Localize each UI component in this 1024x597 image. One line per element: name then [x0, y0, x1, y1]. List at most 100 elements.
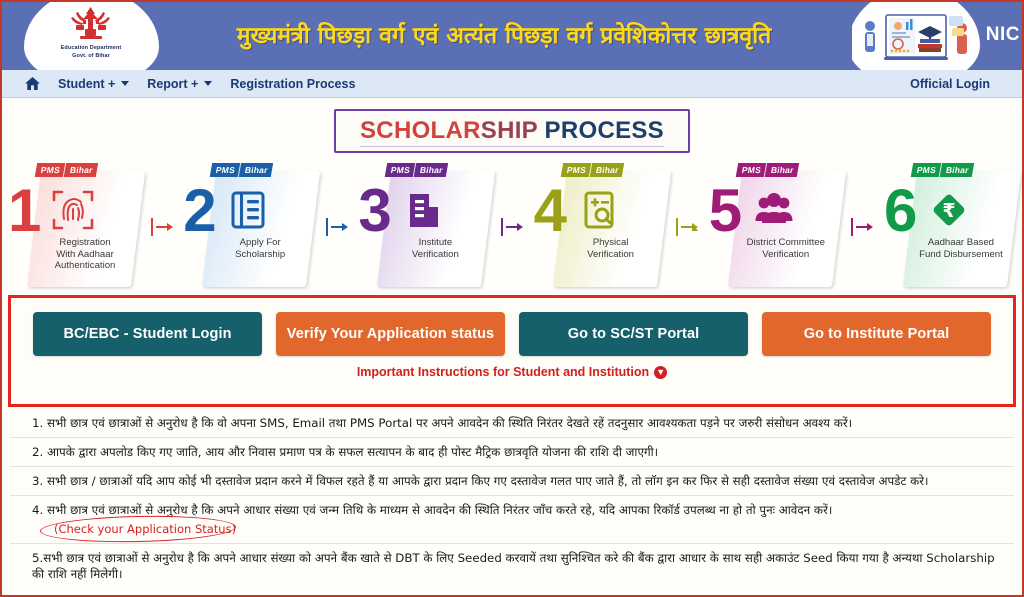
step-badge-6: PMS Bihar [910, 163, 974, 177]
arrow-step-icon [500, 218, 523, 236]
step-number-2: 2 [183, 177, 217, 244]
nav-items-group: Student + Report + Registration Process [16, 71, 364, 97]
step-separator-3 [497, 163, 527, 291]
site-header: Education Department Govt. of Bihar मुख्… [2, 2, 1022, 70]
process-step-6: PMS Bihar 6 ₹ Aadhaar Based Fund Disburs… [882, 163, 1022, 291]
badge-pms-label: PMS [34, 163, 67, 177]
badge-pms-label: PMS [560, 163, 592, 177]
step-number-5: 5 [708, 177, 743, 244]
badge-bihar-label: Bihar [244, 164, 269, 175]
nav-item-student-label: Student + [58, 76, 116, 91]
check-application-status-annotation[interactable]: (Check your Application Status) [39, 513, 237, 545]
nav-item-student[interactable]: Student + [49, 71, 138, 97]
verify-application-status-button[interactable]: Verify Your Application status [276, 312, 505, 356]
education-illustration-icon [865, 14, 967, 60]
step-label-6: Aadhaar Based Fund Disbursement [919, 237, 1003, 260]
page-title-part3: PROCESS [537, 117, 664, 144]
arrow-step-icon [150, 218, 173, 236]
nav-item-registration-process-label: Registration Process [230, 76, 356, 91]
instruction-row-2: 2. आपके द्वारा अपलोड किए गए जाति, आय और … [10, 438, 1014, 467]
step-badge-3: PMS Bihar [385, 163, 449, 177]
step-label-1: Registration With Aadhaar Authentication [54, 237, 116, 271]
step-separator-2 [322, 163, 352, 291]
nic-logo: NIC [985, 24, 1020, 45]
nav-item-registration-process[interactable]: Registration Process [221, 71, 364, 97]
instruction-row-1: 1. सभी छात्र एवं छात्राओं से अनुरोध है क… [10, 409, 1014, 438]
badge-pms-label: PMS [910, 163, 943, 177]
arrow-step-icon [851, 218, 874, 236]
step-label-4: Physical Verification [587, 237, 635, 260]
form-list-icon [231, 191, 265, 229]
badge-bihar-label: Bihar [419, 164, 445, 175]
bodhi-tree-emblem-icon [71, 7, 110, 39]
download-arrow-icon: ▼ [654, 365, 668, 379]
process-title-container: SCHOLARSHIP PROCESS [2, 109, 1022, 153]
people-group-icon [755, 193, 793, 223]
step-number-1: 1 [8, 177, 42, 244]
badge-bihar-label: Bihar [69, 164, 94, 175]
instruction-annotation-row: (Check your Application Status) [10, 513, 1014, 545]
chevron-down-icon [204, 81, 213, 86]
page-root: Education Department Govt. of Bihar मुख्… [0, 0, 1024, 597]
page-title-part1: SCHOLAR [360, 117, 481, 144]
step-separator-5 [847, 163, 877, 291]
arrow-step-icon [325, 218, 348, 236]
process-title-box: SCHOLARSHIP PROCESS [334, 109, 690, 153]
main-navigation: Student + Report + Registration Process … [2, 70, 1022, 98]
process-step-2: PMS Bihar 2 Apply For Scholarship [181, 163, 321, 291]
process-step-1: PMS Bihar 1 Registration With Aadhaar Au… [6, 163, 146, 291]
process-step-5: PMS Bihar 5 District Committee Verificat… [707, 163, 846, 291]
step-number-6: 6 [883, 177, 918, 244]
step-separator-4 [672, 163, 702, 291]
arrow-step-icon [676, 218, 699, 236]
badge-bihar-label: Bihar [769, 164, 795, 175]
important-instructions-heading[interactable]: Important Instructions for Student and I… [33, 365, 991, 379]
document-search-icon [584, 191, 614, 229]
step-badge-4: PMS Bihar [560, 163, 624, 177]
go-to-sc-st-portal-button[interactable]: Go to SC/ST Portal [519, 312, 748, 356]
portal-actions-panel: BC/EBC - Student Login Verify Your Appli… [8, 295, 1016, 407]
step-badge-1: PMS Bihar [34, 163, 98, 177]
instruction-row-3: 3. सभी छात्र / छात्राओं यदि आप कोई भी दस… [10, 467, 1014, 496]
building-icon [410, 194, 439, 227]
step-badge-2: PMS Bihar [209, 163, 274, 177]
step-number-3: 3 [358, 177, 392, 244]
step-number-4: 4 [533, 177, 567, 244]
bihar-education-logo: Education Department Govt. of Bihar [50, 4, 132, 59]
chevron-down-icon [121, 81, 130, 86]
step-label-3: Institute Verification [411, 237, 459, 260]
svg-text:₹: ₹ [942, 200, 955, 222]
badge-bihar-label: Bihar [594, 164, 620, 175]
instructions-list: 1. सभी छात्र एवं छात्राओं से अनुरोध है क… [10, 409, 1014, 588]
badge-pms-label: PMS [209, 163, 242, 177]
portal-buttons-row: BC/EBC - Student Login Verify Your Appli… [33, 312, 991, 356]
check-application-status-link: (Check your Application Status) [54, 522, 237, 536]
important-instructions-label: Important Instructions for Student and I… [356, 365, 650, 379]
badge-pms-label: PMS [735, 163, 767, 177]
official-login-link[interactable]: Official Login [910, 77, 990, 91]
badge-pms-label: PMS [385, 163, 417, 177]
header-title-container: मुख्यमंत्री पिछड़ा वर्ग एवं अत्यंत पिछड़… [154, 2, 854, 70]
instruction-row-5: 5.सभी छात्र एवं छात्राओं से अनुरोध है कि… [32, 551, 995, 581]
process-step-3: PMS Bihar 3 Institute Verification [356, 163, 496, 291]
go-to-institute-portal-button[interactable]: Go to Institute Portal [762, 312, 991, 356]
page-title-part2: SHIP [480, 117, 538, 144]
home-icon [25, 77, 40, 90]
emblem-caption-line1: Education Department [60, 45, 122, 51]
step-label-2: Apply For Scholarship [235, 237, 286, 260]
step-separator-1 [147, 163, 177, 291]
header-right-panel: NIC [852, 2, 1022, 70]
fingerprint-icon [52, 190, 94, 230]
nav-home-button[interactable] [16, 71, 49, 97]
emblem-caption-line2: Govt. of Bihar [72, 52, 110, 59]
badge-bihar-label: Bihar [945, 164, 970, 175]
nav-item-report[interactable]: Report + [138, 71, 221, 97]
rupee-diamond-icon: ₹ [933, 194, 965, 226]
step-badge-5: PMS Bihar [735, 163, 799, 177]
process-step-4: PMS Bihar 4 Physical Verification [532, 163, 671, 291]
step-label-5: District Committee Verification [746, 237, 825, 260]
site-title: मुख्यमंत्री पिछड़ा वर्ग एवं अत्यंत पिछड़… [236, 22, 772, 49]
bc-ebc-student-login-button[interactable]: BC/EBC - Student Login [33, 312, 262, 356]
page-title: SCHOLARSHIP PROCESS [360, 117, 664, 147]
nav-item-report-label: Report + [147, 76, 199, 91]
